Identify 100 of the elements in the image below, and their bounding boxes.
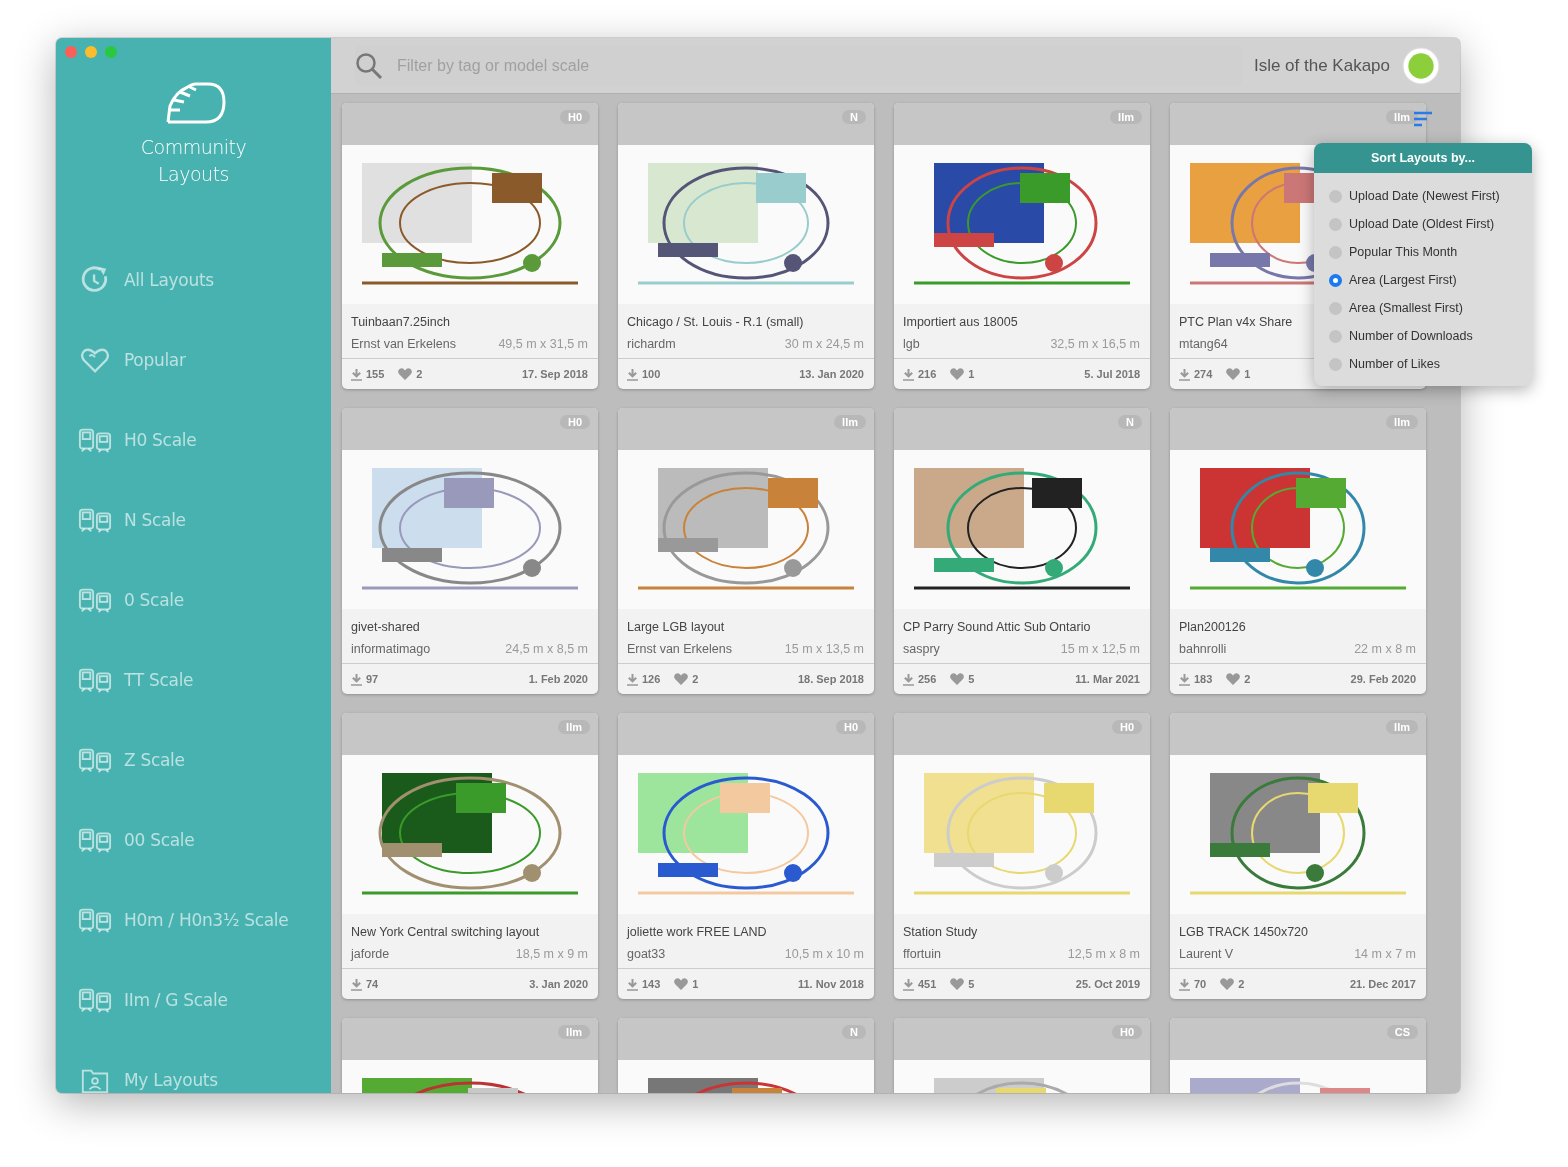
- layout-card[interactable]: H0 givet-shared informatimago 24,5 m x 8,5 m 97 1. Feb 2020: [342, 408, 598, 694]
- author-name: lgb: [903, 337, 920, 351]
- radio-button[interactable]: [1329, 189, 1342, 203]
- scale-badge: IIm: [1386, 415, 1418, 429]
- layout-card[interactable]: IIm LGB TRACK 1450x720 Laurent V 14 m x 7 m 70 2 21. Dec 2017: [1170, 713, 1426, 999]
- layout-card[interactable]: IIm Large LGB layout Ernst van Erkelens 15 m x 13,5 m 126 2 18. Sep 2018: [618, 408, 874, 694]
- download-icon: [351, 367, 362, 381]
- layout-size: 10,5 m x 10 m: [784, 947, 864, 961]
- radio-button[interactable]: [1329, 301, 1342, 315]
- download-icon: [1179, 367, 1190, 381]
- author-name: richardm: [627, 337, 676, 351]
- download-icon: [351, 672, 362, 686]
- upload-date: 5. Jul 2018: [1084, 368, 1140, 380]
- author-name: mtang64: [1179, 337, 1228, 351]
- tram-icon: [78, 906, 112, 934]
- heart-icon: [1226, 673, 1241, 685]
- layout-card[interactable]: N Chicago / St. Louis - R.1 (small) richardm 30 m x 24,5 m 100 13. Jan 2020: [618, 103, 874, 389]
- heart-icon: [950, 978, 965, 990]
- download-icon: [1179, 672, 1190, 686]
- author-name: jaforde: [351, 947, 390, 961]
- scale-badge: IIm: [1386, 720, 1418, 734]
- download-count: 155: [366, 368, 385, 380]
- layout-size: 30 m x 24,5 m: [784, 337, 864, 351]
- clock-icon: [80, 265, 110, 295]
- download-count: 143: [642, 978, 661, 990]
- like-count: 2: [692, 673, 699, 685]
- download-icon: [351, 977, 362, 991]
- download-count: 100: [642, 368, 661, 380]
- like-count: 1: [1244, 368, 1251, 380]
- like-count: 5: [968, 978, 975, 990]
- radio-button[interactable]: [1329, 245, 1342, 259]
- layout-card[interactable]: H0 Station Study ffortuin 12,5 m x 8 m 451 5 25. Oct 2019: [894, 713, 1150, 999]
- radio-button[interactable]: [1329, 217, 1342, 231]
- upload-date: 11. Mar 2021: [1075, 673, 1140, 685]
- scale-badge: IIm: [558, 1025, 590, 1039]
- heart-icon: [398, 368, 413, 380]
- minimize-window-button[interactable]: [85, 46, 97, 58]
- layout-title: Large LGB layout: [627, 620, 726, 634]
- radio-button[interactable]: [1329, 329, 1342, 343]
- like-count: 5: [968, 673, 975, 685]
- author-name: Laurent V: [1179, 947, 1234, 961]
- close-window-button[interactable]: [65, 46, 77, 58]
- layout-size: 32,5 m x 16,5 m: [1050, 337, 1140, 351]
- layout-card[interactable]: IIm New York Central switching layout jaforde 18,5 m x 9 m 74 3. Jan 2020: [342, 713, 598, 999]
- download-count: 451: [918, 978, 937, 990]
- upload-date: 17. Sep 2018: [521, 368, 588, 380]
- heart-icon: [950, 673, 965, 685]
- user-name: Isle of the Kakapo: [1253, 55, 1390, 76]
- like-count: 2: [1238, 978, 1245, 990]
- author-name: Ernst van Erkelens: [627, 642, 732, 656]
- tram-icon: [78, 986, 112, 1014]
- author-name: informatimago: [351, 642, 431, 656]
- layout-card[interactable]: H0 joliette work FREE LAND goat33 10,5 m x 10 m 143 1 11. Nov 2018: [618, 713, 874, 999]
- layout-size: 18,5 m x 9 m: [515, 947, 588, 961]
- download-icon: [903, 367, 914, 381]
- scale-badge: IIm: [1386, 110, 1418, 124]
- tram-icon: [78, 746, 112, 774]
- tram-icon: [78, 586, 112, 614]
- like-count: 2: [416, 368, 423, 380]
- zoom-window-button[interactable]: [105, 46, 117, 58]
- layout-title: Tuinbaan7.25inch: [351, 315, 451, 329]
- download-icon: [627, 672, 638, 686]
- download-count: 74: [366, 978, 379, 990]
- upload-date: 18. Sep 2018: [797, 673, 864, 685]
- download-count: 274: [1194, 368, 1213, 380]
- layout-title: joliette work FREE LAND: [627, 925, 768, 939]
- upload-date: 25. Oct 2019: [1075, 978, 1140, 990]
- sort-icon[interactable]: [1413, 111, 1433, 127]
- radio-button[interactable]: [1329, 357, 1342, 371]
- upload-date: 1. Feb 2020: [528, 673, 588, 685]
- author-name: goat33: [627, 947, 666, 961]
- download-count: 70: [1194, 978, 1207, 990]
- layout-title: LGB TRACK 1450x720: [1179, 925, 1309, 939]
- layout-size: 12,5 m x 8 m: [1067, 947, 1140, 961]
- tram-icon: [78, 826, 112, 854]
- search-icon: [355, 51, 383, 80]
- scale-badge: IIm: [558, 720, 590, 734]
- download-count: 97: [366, 673, 379, 685]
- tram-icon: [78, 426, 112, 454]
- download-icon: [903, 977, 914, 991]
- heart-icon: [1220, 978, 1235, 990]
- like-count: 1: [968, 368, 975, 380]
- author-name: saspry: [903, 642, 940, 656]
- layout-size: 22 m x 8 m: [1354, 642, 1416, 656]
- scale-badge: CS: [1386, 1025, 1418, 1039]
- layout-card[interactable]: N CP Parry Sound Attic Sub Ontario saspry 15 m x 12,5 m 256 5 11. Mar 2021: [894, 408, 1150, 694]
- heart-icon: [950, 368, 965, 380]
- author-name: Ernst van Erkelens: [351, 337, 456, 351]
- upload-date: 13. Jan 2020: [799, 368, 864, 380]
- layout-title: New York Central switching layout: [351, 925, 541, 939]
- layout-title: Station Study: [903, 925, 979, 939]
- heart-icon: [674, 673, 689, 685]
- scale-badge: IIm: [1110, 110, 1142, 124]
- layout-card[interactable]: H0 Tuinbaan7.25inch Ernst van Erkelens 49,5 m x 31,5 m 155 2 17. Sep 2018: [342, 103, 598, 389]
- layout-card[interactable]: IIm Plan200126 bahnrolli 22 m x 8 m 183 2 29. Feb 2020: [1170, 408, 1426, 694]
- layout-card[interactable]: IIm Importiert aus 18005 lgb 32,5 m x 16,5 m 216 1 5. Jul 2018: [894, 103, 1150, 389]
- tram-icon: [78, 506, 112, 534]
- avatar-icon[interactable]: [1402, 46, 1440, 85]
- radio-button[interactable]: [1329, 273, 1342, 287]
- author-name: bahnrolli: [1179, 642, 1227, 656]
